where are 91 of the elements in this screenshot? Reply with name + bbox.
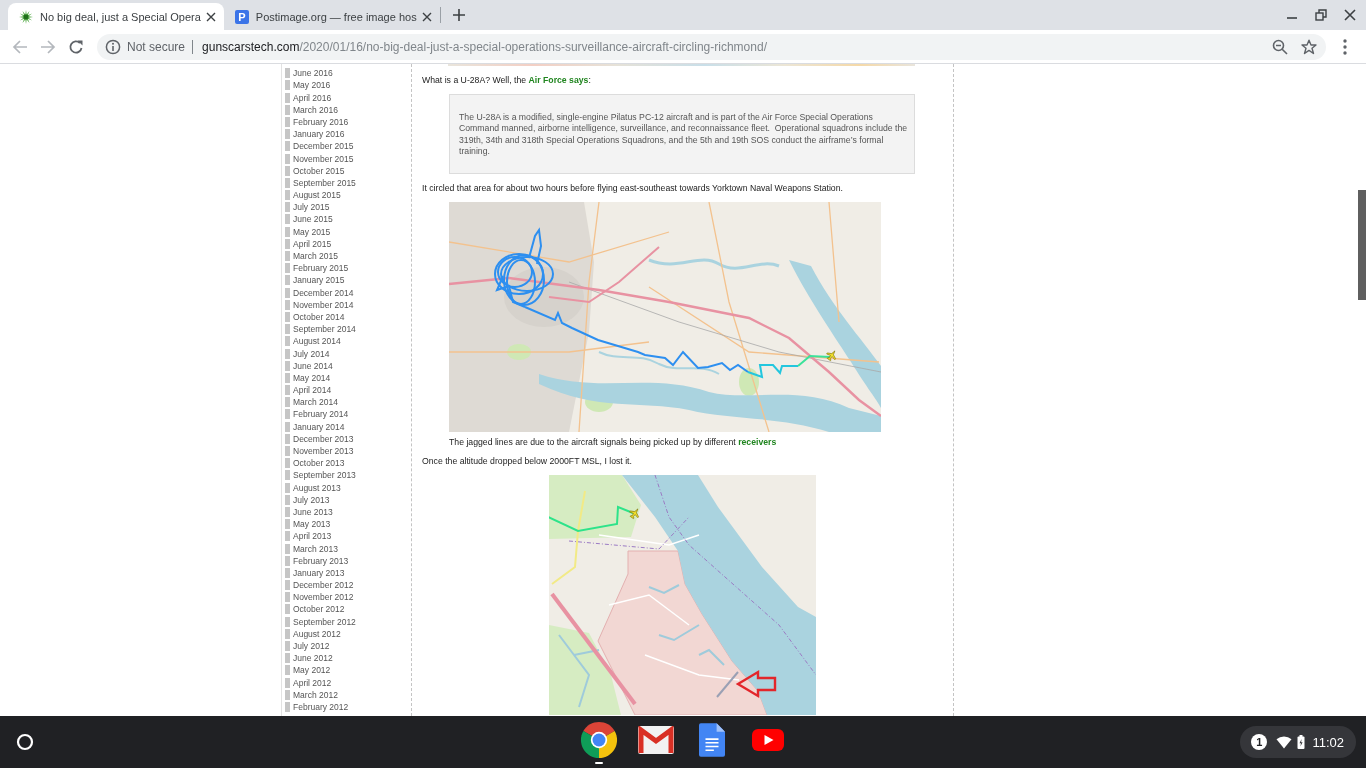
archive-link[interactable]: March 2014	[285, 397, 338, 408]
archive-link[interactable]: May 2012	[285, 665, 331, 676]
info-icon	[105, 38, 121, 55]
archive-link[interactable]: June 2012	[285, 653, 333, 664]
archive-link[interactable]: November 2014	[285, 299, 354, 310]
star-icon[interactable]	[1301, 38, 1317, 55]
site-logo-letter: P	[234, 9, 249, 24]
close-icon[interactable]	[1344, 9, 1356, 21]
image-caption: The jagged lines are due to the aircraft signals being picked up by different receivers	[449, 436, 777, 448]
article-paragraph: What is a U-28A? Well, the Air Force says:	[422, 74, 591, 86]
quote-text: The U-28A is a modified, single-engine Pilatus PC-12 aircraft and is part of the Air Force Special Operations Command manned, airborne intelligence, surveillance, and reconnaissance fleet. Operational squadrons include the 319th, 34th and 318th Special Operations Squadrons, and the 5th and 19th SOS conduct the airframe’s formal training.	[459, 112, 909, 158]
archive-link[interactable]: March 2015	[285, 251, 338, 261]
archive-link[interactable]: November 2013	[285, 446, 354, 456]
browser-tab[interactable]: No big deal, just a Special Opera	[8, 3, 224, 30]
archive-link[interactable]: January 2014	[285, 421, 345, 432]
archive-link[interactable]: July 2012	[285, 641, 330, 651]
archive-link[interactable]: August 2014	[285, 336, 341, 347]
archive-link[interactable]: August 2015	[285, 190, 341, 201]
starburst-icon	[19, 9, 33, 24]
archive-link[interactable]: August 2013	[285, 482, 341, 493]
wifi-icon	[1276, 735, 1293, 749]
archive-link[interactable]: March 2012	[285, 689, 338, 700]
archive-link[interactable]: June 2014	[285, 360, 333, 371]
archive-link[interactable]: May 2016	[285, 80, 331, 91]
archive-link[interactable]: February 2015	[285, 263, 349, 274]
archive-link[interactable]: May 2015	[285, 226, 331, 237]
notification-badge: 1	[1251, 734, 1268, 750]
clock-time: 11:02	[1312, 734, 1344, 750]
archive-link[interactable]: January 2015	[285, 275, 345, 286]
archive-link[interactable]: December 2015	[285, 141, 354, 152]
archive-link[interactable]: January 2013	[285, 567, 345, 578]
restore-icon[interactable]	[1315, 9, 1327, 21]
archive-link[interactable]: December 2014	[285, 287, 354, 298]
archive-link[interactable]: February 2016	[285, 116, 349, 127]
article-paragraph: It circled that area for about two hours before flying east-southeast towards Yorktown Naval Weapons Station.	[422, 182, 843, 194]
text-link[interactable]: receivers	[738, 436, 777, 447]
plus-icon[interactable]	[452, 9, 465, 21]
aircraft-icon	[629, 508, 639, 519]
archive-link[interactable]: October 2014	[285, 311, 345, 322]
archive-link[interactable]: March 2016	[285, 104, 338, 115]
archive-link[interactable]: December 2012	[285, 580, 354, 591]
archive-link[interactable]: October 2015	[285, 165, 345, 176]
launcher-icon[interactable]	[15, 732, 35, 752]
archive-link[interactable]: June 2013	[285, 506, 333, 517]
url-text[interactable]: gunscarstech.com/2020/01/16/no-big-deal-just-a-special-operations-surveillance-aircraft-circling-richmond/	[202, 39, 767, 54]
archive-link[interactable]: July 2013	[285, 494, 330, 505]
archive-link[interactable]: February 2013	[285, 555, 349, 566]
archive-link[interactable]: November 2015	[285, 153, 354, 164]
archive-link[interactable]: June 2015	[285, 214, 333, 225]
zoom-out-icon[interactable]	[1272, 38, 1288, 55]
archive-link[interactable]: September 2015	[285, 177, 356, 188]
archive-link[interactable]: October 2012	[285, 604, 345, 615]
document-icon	[699, 722, 725, 757]
close-icon[interactable]	[205, 11, 216, 22]
menu-icon[interactable]	[1343, 38, 1347, 55]
address-bar[interactable]: Not secure gunscarstech.com/2020/01/16/no-big-deal-just-a-special-operations-surveillance-aircraft-circling-richmond/	[97, 33, 1326, 60]
battery-icon	[1297, 735, 1306, 749]
reload-icon[interactable]	[68, 38, 84, 55]
archive-link[interactable]: July 2014	[285, 348, 330, 359]
video-play-icon	[752, 728, 784, 751]
scrollbar-thumb[interactable]	[1358, 190, 1366, 300]
archive-link[interactable]: September 2014	[285, 324, 356, 335]
archive-link[interactable]: February 2012	[285, 701, 349, 712]
browser-tab[interactable]: P Postimage.org — free image hos	[223, 3, 440, 30]
archive-link[interactable]: April 2015	[285, 238, 332, 249]
archive-link[interactable]: July 2015	[285, 202, 330, 213]
archive-link[interactable]: October 2013	[285, 458, 345, 469]
browser-icon	[580, 720, 618, 759]
archive-link[interactable]: May 2013	[285, 519, 331, 530]
status-tray-button[interactable]: 1 11:02	[1240, 726, 1356, 758]
archive-link[interactable]: August 2012	[285, 628, 341, 639]
archive-link[interactable]: December 2013	[285, 433, 354, 444]
archive-link[interactable]: September 2013	[285, 470, 356, 481]
archive-link[interactable]: April 2012	[285, 677, 332, 688]
arrow-icon	[735, 669, 777, 698]
archive-link[interactable]: May 2014	[285, 372, 331, 383]
close-icon[interactable]	[421, 11, 432, 22]
archive-link[interactable]: January 2016	[285, 129, 345, 140]
mail-icon	[638, 725, 674, 754]
archive-link[interactable]: June 2016	[285, 68, 333, 79]
aircraft-icon	[826, 350, 836, 362]
archive-link[interactable]: February 2014	[285, 409, 349, 420]
archive-link[interactable]: April 2014	[285, 385, 332, 396]
site-info-button[interactable]: Not secure	[105, 38, 186, 55]
archive-link[interactable]: November 2012	[285, 592, 354, 603]
article-paragraph: Once the altitude dropped below 2000FT MSL, I lost it.	[422, 456, 632, 468]
archive-link[interactable]: April 2016	[285, 92, 332, 103]
archive-link[interactable]: April 2013	[285, 531, 332, 542]
shelf-app-button[interactable]	[580, 720, 618, 764]
archive-link[interactable]: March 2013	[285, 543, 338, 554]
archive-link[interactable]: September 2012	[285, 616, 356, 627]
